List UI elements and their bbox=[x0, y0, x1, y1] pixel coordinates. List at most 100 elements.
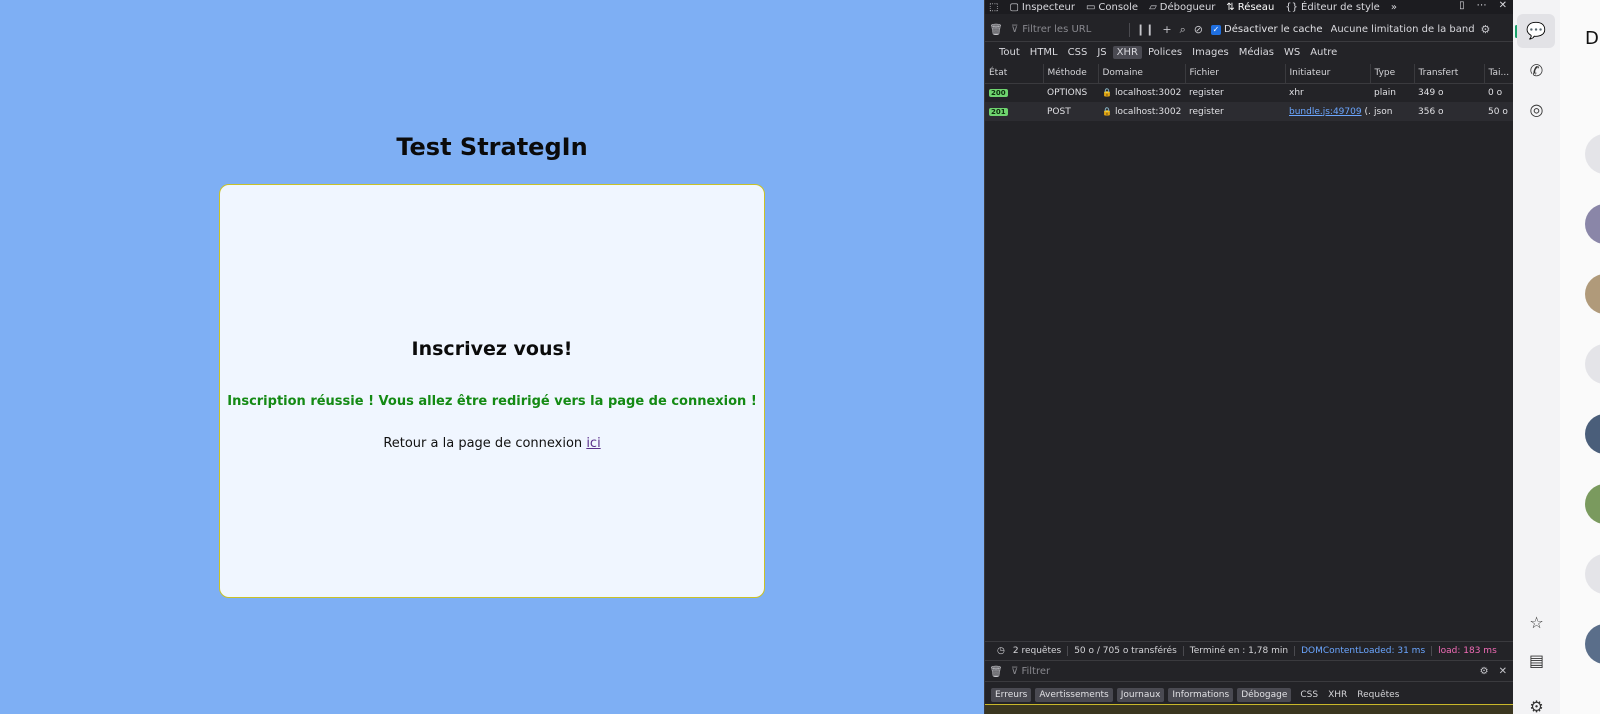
col-type[interactable]: Type bbox=[1370, 64, 1415, 84]
devtools-toolbar: ⬚ ▢ Inspecteur ▭ Console ▱ Débogueur ⇅ Résea… bbox=[985, 0, 1513, 14]
type-html[interactable]: HTML bbox=[1026, 46, 1062, 59]
close-devtools-icon[interactable]: ✕ bbox=[1499, 0, 1507, 11]
more-tabs-icon[interactable]: » bbox=[1391, 2, 1397, 13]
timer-icon[interactable]: ◷ bbox=[991, 646, 1007, 656]
request-domain: 🔒 localhost:3002 bbox=[1102, 87, 1182, 98]
type-media[interactable]: Médias bbox=[1235, 46, 1278, 59]
request-file: register bbox=[1189, 87, 1224, 98]
close-console-icon[interactable]: ✕ bbox=[1499, 666, 1507, 677]
filter-requests[interactable]: Requêtes bbox=[1352, 688, 1404, 702]
menu-icon[interactable]: ⋯ bbox=[1477, 0, 1487, 11]
dom-content-loaded: DOMContentLoaded: 31 ms bbox=[1295, 646, 1433, 656]
avatar[interactable] bbox=[1585, 274, 1600, 314]
card-heading: Inscrivez vous! bbox=[411, 338, 573, 360]
request-domain: 🔒 localhost:3002 bbox=[1098, 102, 1185, 121]
tab-console[interactable]: ▭ Console bbox=[1086, 2, 1138, 13]
request-file: register bbox=[1185, 102, 1285, 121]
back-text: Retour a la page de connexion bbox=[383, 436, 583, 451]
level-debug[interactable]: Débogage bbox=[1237, 687, 1292, 702]
success-message: Inscription réussie ! Vous allez être re… bbox=[227, 394, 757, 409]
type-other[interactable]: Autre bbox=[1306, 46, 1341, 59]
back-to-login: Retour a la page de connexion ici bbox=[220, 436, 764, 451]
archive-icon[interactable]: ▤ bbox=[1513, 651, 1560, 670]
type-images[interactable]: Images bbox=[1188, 46, 1233, 59]
console-icon: ▭ bbox=[1085, 1, 1096, 13]
avatar[interactable] bbox=[1585, 344, 1600, 384]
avatar[interactable] bbox=[1585, 204, 1600, 244]
network-filterbar: 🗑 ⊽ Filtrer les URL ❙❙ + ⌕ ⊘ ✓ Désactiver … bbox=[985, 18, 1513, 42]
avatar[interactable] bbox=[1585, 484, 1600, 524]
type-xhr[interactable]: XHR bbox=[1112, 46, 1142, 59]
clear-console-icon[interactable]: 🗑 bbox=[989, 665, 1003, 678]
type-ws[interactable]: WS bbox=[1280, 46, 1304, 59]
block-icon[interactable]: ⊘ bbox=[1194, 23, 1203, 36]
col-initiator[interactable]: Initiateur bbox=[1285, 64, 1371, 84]
inspector-icon: ▢ bbox=[1009, 1, 1019, 13]
type-js[interactable]: JS bbox=[1093, 46, 1110, 59]
filter-icon: ⊽ bbox=[1010, 24, 1019, 35]
clear-icon[interactable]: 🗑 bbox=[989, 23, 1003, 36]
col-method[interactable]: Méthode bbox=[1043, 64, 1099, 84]
add-icon[interactable]: + bbox=[1162, 23, 1171, 36]
level-info[interactable]: Informations bbox=[1168, 687, 1234, 702]
pause-icon[interactable]: ❙❙ bbox=[1136, 23, 1154, 36]
initiator-link[interactable]: bundle.js:49709 bbox=[1289, 107, 1362, 117]
load-time: load: 183 ms bbox=[1438, 646, 1497, 656]
tab-network[interactable]: ⇅ Réseau bbox=[1226, 2, 1274, 13]
request-initiator: xhr bbox=[1289, 87, 1304, 98]
console-settings-icon[interactable]: ⚙ bbox=[1480, 666, 1489, 677]
app-sidebar: 💬 ✆ ◎ ☆ ▤ ⚙ bbox=[1513, 0, 1560, 714]
chat-icon[interactable]: 💬 bbox=[1517, 14, 1555, 48]
level-logs[interactable]: Journaux bbox=[1116, 687, 1165, 702]
lock-icon: 🔒 bbox=[1102, 87, 1112, 97]
level-errors[interactable]: Erreurs bbox=[991, 687, 1032, 702]
url-filter-input[interactable]: ⊽ Filtrer les URL bbox=[1011, 24, 1123, 35]
col-size[interactable]: Tai... bbox=[1484, 64, 1515, 84]
style-editor-icon: {} bbox=[1285, 1, 1299, 13]
tab-style-editor[interactable]: {} Éditeur de style bbox=[1285, 2, 1380, 13]
filter-css[interactable]: CSS bbox=[1295, 688, 1323, 702]
type-css[interactable]: CSS bbox=[1064, 46, 1092, 59]
type-filter-bar: Tout HTML CSS JS XHR Polices Images Médi… bbox=[985, 44, 1513, 61]
request-method: OPTIONS bbox=[1047, 87, 1088, 98]
filter-xhr[interactable]: XHR bbox=[1323, 688, 1352, 702]
network-settings-icon[interactable]: ⚙ bbox=[1481, 23, 1491, 36]
table-row[interactable]: 201 POST 🔒 localhost:3002 register bundle… bbox=[985, 102, 1514, 121]
avatar[interactable] bbox=[1585, 624, 1600, 664]
console-level-bar: Erreurs Avertissements Journaux Informat… bbox=[985, 686, 1513, 703]
type-fonts[interactable]: Polices bbox=[1144, 46, 1186, 59]
request-initiator: bundle.js:49709 (... bbox=[1285, 102, 1370, 121]
request-size: 0 o bbox=[1488, 87, 1503, 98]
settings-icon[interactable]: ⚙ bbox=[1513, 697, 1560, 714]
request-count: 2 requêtes bbox=[1007, 646, 1069, 656]
login-link[interactable]: ici bbox=[586, 436, 600, 451]
network-icon: ⇅ bbox=[1226, 1, 1235, 13]
type-all[interactable]: Tout bbox=[995, 46, 1024, 59]
status-icon[interactable]: ◎ bbox=[1513, 100, 1560, 119]
col-domain[interactable]: Domaine bbox=[1098, 64, 1186, 84]
disable-cache-checkbox[interactable]: ✓ Désactiver le cache bbox=[1211, 24, 1323, 35]
table-row[interactable]: 200 OPTIONS 🔒 localhost:3002 register xhr… bbox=[985, 83, 1514, 102]
lock-icon: 🔒 bbox=[1102, 106, 1112, 116]
col-transfer[interactable]: Transfert bbox=[1414, 64, 1485, 84]
star-icon[interactable]: ☆ bbox=[1513, 613, 1560, 632]
tab-debugger[interactable]: ▱ Débogueur bbox=[1149, 2, 1215, 13]
register-card: Inscrivez vous! Inscription réussie ! Vo… bbox=[219, 184, 765, 598]
throttling-select[interactable]: Aucune limitation de la bande ... bbox=[1331, 24, 1475, 35]
phone-icon[interactable]: ✆ bbox=[1513, 61, 1560, 80]
dock-icon[interactable]: ▯ bbox=[1459, 0, 1465, 11]
avatar[interactable] bbox=[1585, 554, 1600, 594]
request-transfer: 356 o bbox=[1414, 102, 1484, 121]
col-status[interactable]: État bbox=[985, 64, 1044, 84]
avatar[interactable] bbox=[1585, 414, 1600, 454]
avatar[interactable] bbox=[1585, 134, 1600, 174]
request-method: POST bbox=[1043, 102, 1098, 121]
search-icon[interactable]: ⌕ bbox=[1180, 23, 1186, 37]
network-table: État Méthode Domaine Fichier Initiateur … bbox=[985, 64, 1515, 121]
console-filter-input[interactable]: ⊽ Filtrer bbox=[1011, 666, 1050, 677]
tab-inspector[interactable]: ▢ Inspecteur bbox=[1009, 2, 1074, 13]
chat-list-panel: D bbox=[1560, 0, 1600, 714]
col-file[interactable]: Fichier bbox=[1185, 64, 1286, 84]
picker-icon[interactable]: ⬚ bbox=[989, 2, 998, 13]
level-warnings[interactable]: Avertissements bbox=[1035, 687, 1113, 702]
